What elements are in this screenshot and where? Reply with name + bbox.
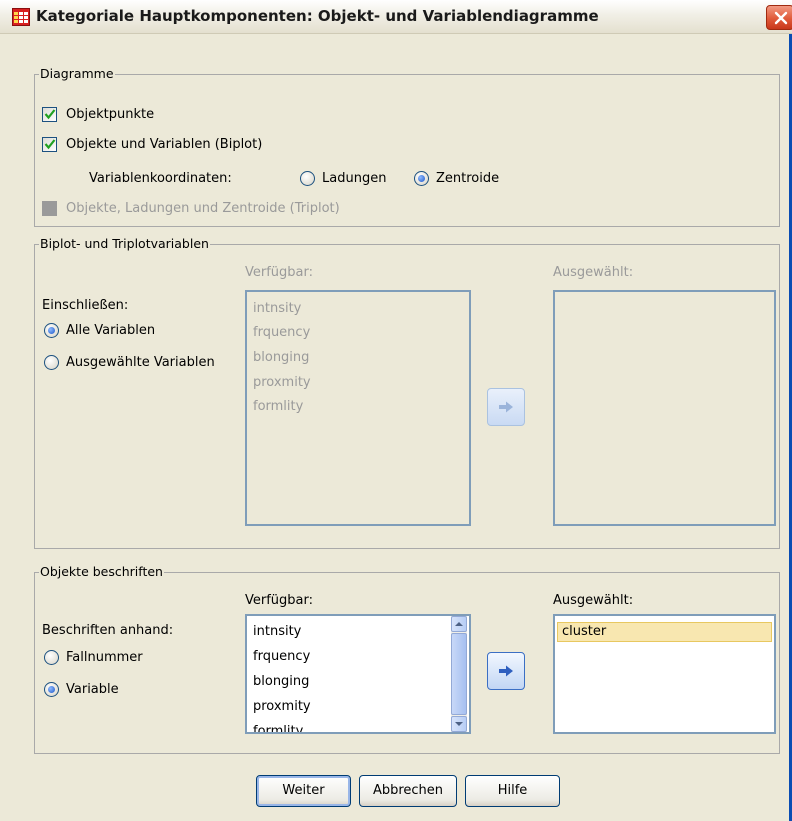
dialog-window: Kategoriale Hauptkomponenten: Objekt- un… (0, 0, 792, 821)
list-item[interactable]: blonging (253, 350, 309, 366)
checkbox-triplot[interactable] (42, 201, 57, 216)
radio-selected-dot (48, 327, 55, 334)
group-label-biplot-variablen: Biplot- und Triplotvariablen (39, 236, 210, 252)
move-right-button-biplot[interactable] (487, 388, 525, 426)
radio-fallnummer[interactable] (44, 650, 59, 665)
label-verfuegbar-objekte: Verfügbar: (245, 593, 314, 608)
arrow-right-icon (499, 401, 513, 413)
list-item[interactable]: blonging (253, 674, 309, 690)
window-title: Kategoriale Hauptkomponenten: Objekt- un… (36, 7, 599, 25)
scroll-up-button[interactable] (451, 616, 467, 632)
close-button[interactable] (766, 5, 792, 30)
list-item[interactable]: formlity (253, 724, 303, 732)
checkbox-objektpunkte[interactable] (42, 107, 57, 122)
list-item[interactable]: formlity (253, 399, 303, 415)
label-ausgewaehlte-variablen: Ausgewählte Variablen (66, 355, 215, 370)
list-item[interactable]: intnsity (253, 301, 301, 317)
label-einschliessen: Einschließen: (42, 298, 129, 313)
move-right-button-objekte[interactable] (487, 652, 525, 690)
radio-selected-dot (48, 686, 55, 693)
label-variable: Variable (66, 682, 119, 697)
list-item[interactable]: frquency (253, 649, 310, 665)
radio-variable[interactable] (44, 682, 59, 697)
group-label-diagramme: Diagramme (39, 66, 115, 82)
list-verfuegbar-biplot[interactable]: intnsity frquency blonging proxmity form… (245, 290, 471, 526)
label-verfuegbar-biplot: Verfügbar: (245, 265, 314, 280)
list-ausgewaehlt-objekte[interactable]: cluster (553, 614, 776, 734)
hilfe-button[interactable]: Hilfe (465, 775, 560, 807)
list-item[interactable]: proxmity (253, 699, 311, 715)
radio-ladungen[interactable] (300, 171, 315, 186)
checkmark-icon (44, 109, 56, 120)
scroll-down-button[interactable] (451, 716, 467, 732)
label-biplot: Objekte und Variablen (Biplot) (66, 137, 263, 152)
close-icon (774, 11, 788, 25)
abbrechen-button[interactable]: Abbrechen (359, 775, 457, 807)
list-ausgewaehlt-biplot[interactable] (553, 290, 776, 526)
list-verfuegbar-objekte[interactable]: intnsity frquency blonging proxmity form… (245, 614, 471, 734)
radio-zentroide[interactable] (414, 171, 429, 186)
weiter-button[interactable]: Weiter (256, 775, 351, 807)
scroll-down-icon (455, 722, 463, 726)
label-triplot: Objekte, Ladungen und Zentroide (Triplot… (66, 201, 340, 216)
label-zentroide: Zentroide (436, 171, 500, 186)
title-bar[interactable]: Kategoriale Hauptkomponenten: Objekt- un… (0, 0, 792, 34)
label-beschriften-anhand: Beschriften anhand: (42, 623, 174, 638)
label-fallnummer: Fallnummer (66, 650, 143, 665)
label-alle-variablen: Alle Variablen (66, 323, 156, 338)
list-item[interactable]: intnsity (253, 624, 301, 640)
list-item[interactable]: frquency (253, 325, 310, 341)
list-item[interactable]: proxmity (253, 375, 311, 391)
list-item-selected[interactable]: cluster (557, 622, 772, 642)
scroll-up-icon (455, 622, 463, 626)
label-variablenkoordinaten: Variablenkoordinaten: (89, 171, 232, 186)
label-objektpunkte: Objektpunkte (66, 107, 155, 122)
vertical-scrollbar[interactable] (451, 616, 467, 732)
radio-selected-dot (418, 175, 425, 182)
label-ausgewaehlt-objekte: Ausgewählt: (553, 593, 634, 608)
label-ausgewaehlt-biplot: Ausgewählt: (553, 265, 634, 280)
radio-alle-variablen[interactable] (44, 323, 59, 338)
checkbox-biplot[interactable] (42, 137, 57, 152)
group-label-objekte-beschriften: Objekte beschriften (39, 564, 164, 580)
spss-table-icon (12, 8, 30, 26)
arrow-right-icon (499, 665, 513, 677)
checkmark-icon (44, 139, 56, 150)
radio-ausgewaehlte-variablen[interactable] (44, 355, 59, 370)
label-ladungen: Ladungen (322, 171, 387, 186)
scroll-thumb[interactable] (451, 633, 467, 715)
